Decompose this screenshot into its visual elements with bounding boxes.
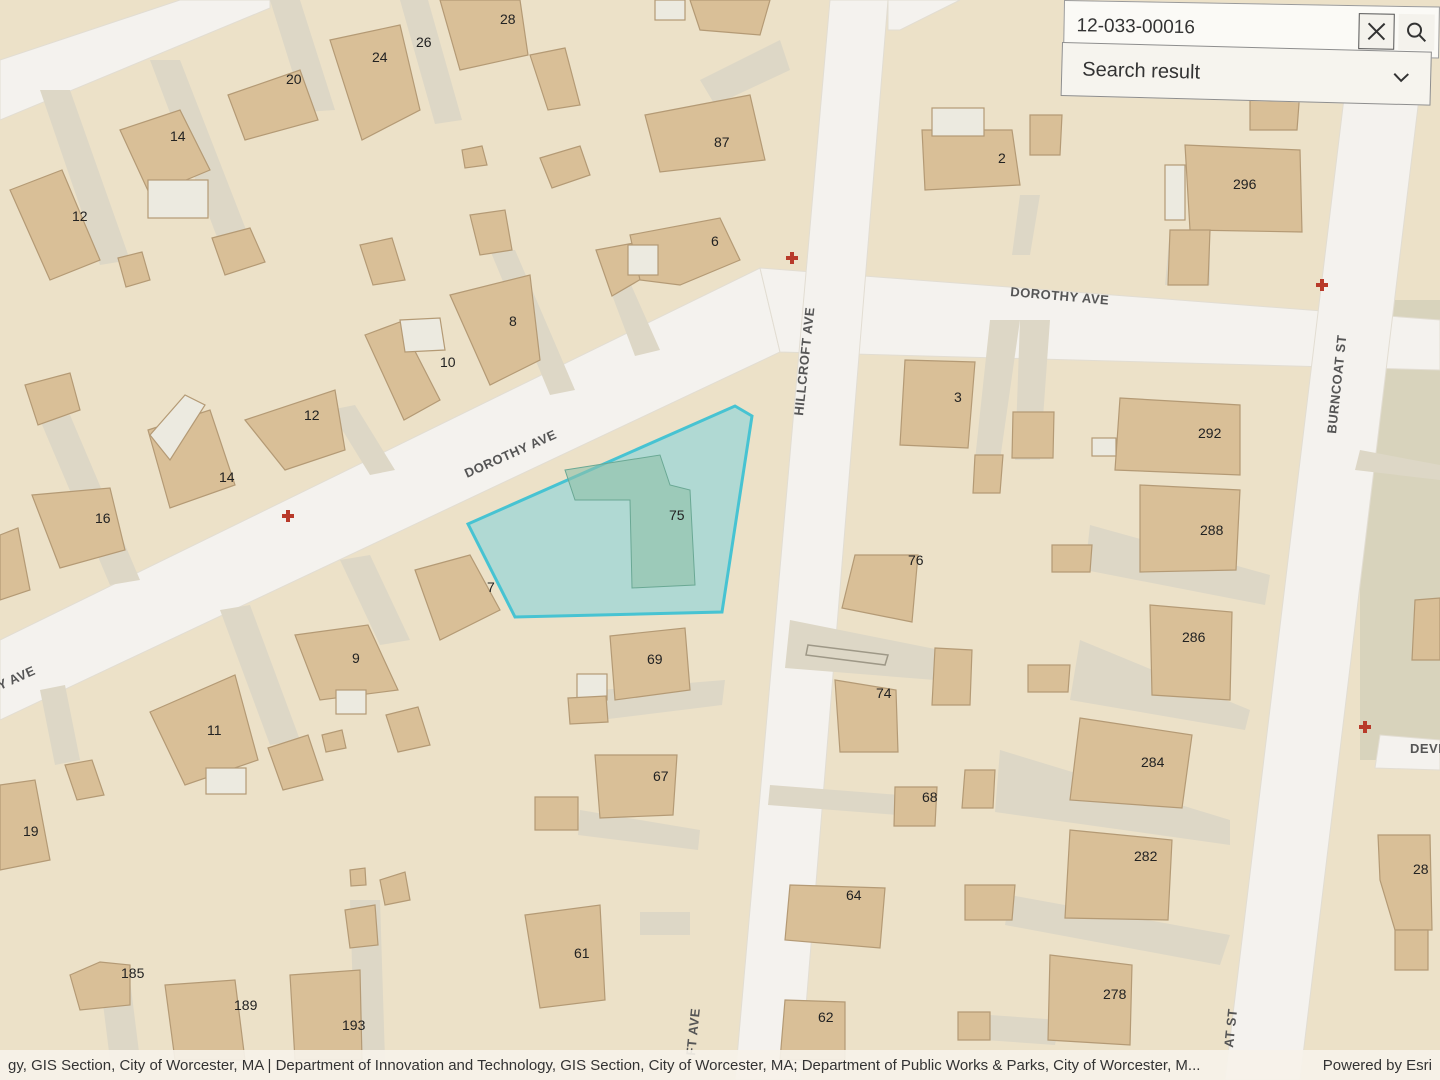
address-label: 19 xyxy=(23,823,39,839)
address-label: 24 xyxy=(372,49,388,65)
address-label: 69 xyxy=(647,651,663,667)
parcel-label-7: 7 xyxy=(487,579,495,595)
address-label: 12 xyxy=(304,407,320,423)
map-canvas[interactable]: DOROTHY AVE DOROTHY AVE Y AVE HILLCROFT … xyxy=(0,0,1440,1080)
attribution-text: gy, GIS Section, City of Worcester, MA |… xyxy=(8,1056,1201,1074)
address-label: 286 xyxy=(1182,629,1206,645)
address-label: 12 xyxy=(72,208,88,224)
address-label: 26 xyxy=(416,34,432,50)
address-label: 189 xyxy=(234,997,258,1013)
address-label: 6 xyxy=(711,233,719,249)
address-label: 193 xyxy=(342,1017,366,1033)
search-button[interactable] xyxy=(1398,13,1435,51)
powered-by-esri[interactable]: Powered by Esri xyxy=(1323,1057,1432,1074)
address-label: 296 xyxy=(1233,176,1257,192)
address-label: 3 xyxy=(954,389,962,405)
address-label: 9 xyxy=(352,650,360,666)
search-result-label: Search result xyxy=(1082,58,1201,84)
search-icon xyxy=(1407,22,1427,43)
address-label: 28 xyxy=(1413,861,1429,877)
map-attribution: gy, GIS Section, City of Worcester, MA |… xyxy=(0,1050,1440,1080)
address-label: 14 xyxy=(170,128,186,144)
address-label: 16 xyxy=(95,510,111,526)
address-label: 8 xyxy=(509,313,517,329)
address-label: 278 xyxy=(1103,986,1127,1002)
address-label: 74 xyxy=(876,685,892,701)
address-label: 64 xyxy=(846,887,862,903)
address-label: 292 xyxy=(1198,425,1222,441)
address-label: 282 xyxy=(1134,848,1158,864)
address-label: 284 xyxy=(1141,754,1165,770)
address-label: 68 xyxy=(922,789,938,805)
clear-search-button[interactable] xyxy=(1358,13,1395,50)
address-label: 76 xyxy=(908,552,924,568)
address-label: 20 xyxy=(286,71,302,87)
address-label: 11 xyxy=(207,722,222,738)
close-icon xyxy=(1367,22,1386,41)
address-label: 185 xyxy=(121,965,145,981)
address-label: 87 xyxy=(714,134,730,150)
street-label-deve: DEVE xyxy=(1410,741,1440,756)
address-label: 61 xyxy=(574,945,590,961)
address-label: 2 xyxy=(998,150,1006,166)
parcel-label-75: 75 xyxy=(669,507,685,523)
address-label: 28 xyxy=(500,11,516,27)
address-label: 67 xyxy=(653,768,669,784)
search-result-dropdown[interactable]: Search result xyxy=(1060,42,1432,106)
address-label: 10 xyxy=(440,354,456,370)
chevron-down-icon xyxy=(1393,73,1409,83)
address-label: 62 xyxy=(818,1009,834,1025)
address-label: 14 xyxy=(219,469,235,485)
address-label: 288 xyxy=(1200,522,1224,538)
search-input[interactable] xyxy=(1064,15,1359,43)
